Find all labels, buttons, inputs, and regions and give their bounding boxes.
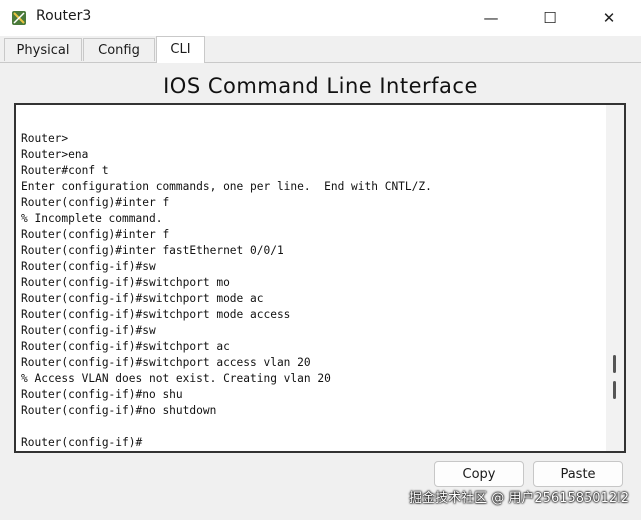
paste-button[interactable]: Paste (533, 461, 623, 487)
terminal-line: % Access VLAN does not exist. Creating v… (21, 372, 331, 385)
tab-config[interactable]: Config (83, 38, 155, 61)
terminal-output: Router> Router>ena Router#conf t Enter c… (21, 131, 432, 451)
terminal-line: Router>ena (21, 148, 89, 161)
terminal-line: % Incomplete command. (21, 212, 163, 225)
maximize-button[interactable]: ☐ (527, 0, 573, 36)
terminal-line: Router(config)#inter f (21, 196, 170, 209)
terminal-line: Router(config)#inter fastEthernet 0/0/1 (21, 244, 284, 257)
title-bar: Router3 — ☐ ✕ (0, 0, 641, 36)
terminal-line: Enter configuration commands, one per li… (21, 180, 432, 193)
terminal-line: Router#conf t (21, 164, 109, 177)
minimize-button[interactable]: — (468, 0, 514, 36)
terminal-line: Router(config-if)#no shutdown (21, 404, 217, 417)
terminal-scrollbar[interactable] (606, 105, 624, 451)
terminal-line: Router(config-if)#no shu (21, 388, 183, 401)
terminal-line: Router(config-if)#switchport mo (21, 276, 230, 289)
scrollbar-thumb[interactable] (613, 381, 616, 399)
watermark-text: 掘金技术社区 @ 用户2561585012l2 (409, 491, 629, 506)
terminal-line: Router(config-if)#switchport mode ac (21, 292, 264, 305)
router-app-icon (12, 11, 26, 25)
terminal-line: Router(config-if)#switchport ac (21, 340, 230, 353)
terminal-line: Router(config-if)#sw (21, 260, 156, 273)
tab-bar: Physical Config CLI (0, 36, 641, 63)
terminal-line: Router(config)#inter f (21, 228, 170, 241)
window-title: Router3 (36, 8, 92, 24)
close-button[interactable]: ✕ (586, 0, 632, 36)
terminal-prompt-line[interactable]: Router(config-if)# (21, 436, 142, 449)
cli-heading: IOS Command Line Interface (163, 74, 478, 98)
terminal-line: Router(config-if)#sw (21, 324, 156, 337)
cli-terminal[interactable]: Router> Router>ena Router#conf t Enter c… (14, 103, 626, 453)
terminal-line: Router(config-if)#switchport mode access (21, 308, 291, 321)
scrollbar-thumb[interactable] (613, 355, 616, 373)
tab-physical[interactable]: Physical (4, 38, 82, 61)
tab-cli[interactable]: CLI (156, 36, 205, 63)
copy-button[interactable]: Copy (434, 461, 524, 487)
terminal-line: Router> (21, 132, 69, 145)
terminal-line: Router(config-if)#switchport access vlan… (21, 356, 311, 369)
